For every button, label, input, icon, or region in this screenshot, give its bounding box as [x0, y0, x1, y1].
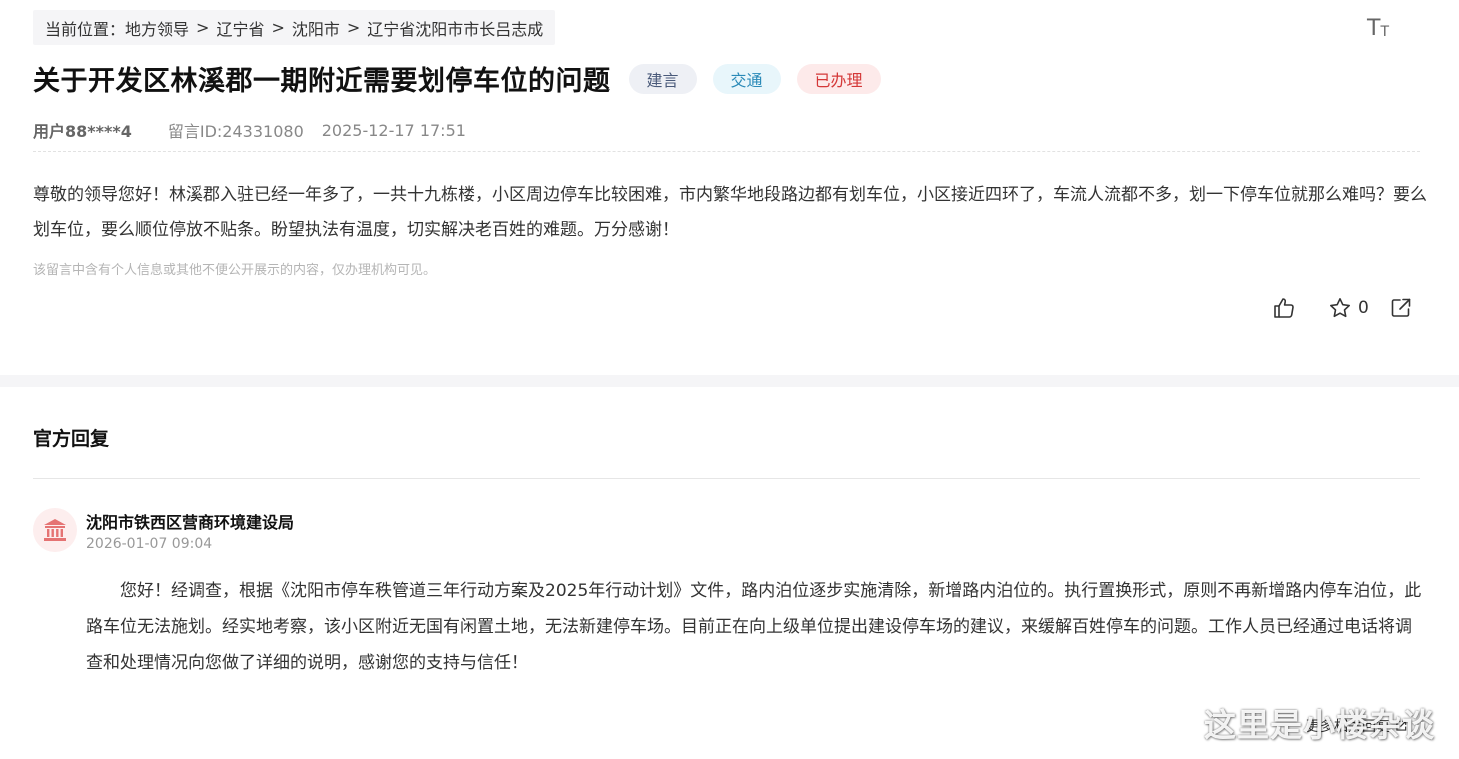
divider	[33, 151, 1420, 152]
reply-org-name: 沈阳市铁西区营商环境建设局	[86, 513, 295, 532]
message-id: 留言ID:24331080	[167, 122, 304, 141]
favorite-count: 0	[1358, 298, 1369, 318]
breadcrumb-separator: >	[346, 18, 361, 37]
favorite-button[interactable]: 0	[1328, 296, 1369, 320]
message-title: 关于开发区林溪郡一期附近需要划停车位的问题	[33, 66, 611, 97]
watermark: 这里是小楼杂谈	[1204, 706, 1436, 744]
breadcrumb-prefix: 当前位置：	[45, 19, 126, 39]
tag-suggestion[interactable]: 建言	[628, 63, 697, 94]
breadcrumb-item-province[interactable]: 辽宁省	[216, 16, 264, 40]
message-datetime: 2025-12-17 17:51	[321, 120, 466, 140]
title-row: 关于开发区林溪郡一期附近需要划停车位的问题 建言 交通 已办理	[33, 59, 881, 98]
section-gap	[0, 375, 1459, 387]
message-actions: 0	[1272, 296, 1413, 320]
government-building-icon	[44, 519, 66, 541]
tag-traffic[interactable]: 交通	[712, 63, 781, 94]
official-reply-heading: 官方回复	[33, 428, 110, 450]
font-size-big-t: T	[1366, 16, 1381, 41]
share-icon	[1391, 298, 1411, 317]
breadcrumb-item-mayor[interactable]: 辽宁省沈阳市市长吕志成	[367, 16, 543, 40]
message-content: 尊敬的领导您好！林溪郡入驻已经一年多了，一共十九栋楼，小区周边停车比较困难，市内…	[33, 185, 1427, 240]
breadcrumb-separator: >	[271, 18, 285, 37]
avatar	[33, 508, 77, 552]
breadcrumb-item-local-leaders[interactable]: 地方领导	[125, 16, 189, 40]
tag-status-handled: 已办理	[796, 63, 881, 94]
reply-datetime: 2026-01-07 09:04	[86, 536, 213, 552]
privacy-note: 该留言中含有个人信息或其他不便公开展示的内容，仅办理机构可见。	[33, 263, 437, 278]
share-button[interactable]	[1389, 296, 1413, 320]
font-size-icon[interactable]: TT	[1366, 16, 1390, 41]
page: 当前位置： 地方领导 > 辽宁省 > 沈阳市 > 辽宁省沈阳市市长吕志成 TT …	[0, 0, 1459, 759]
breadcrumb-separator: >	[196, 18, 210, 37]
message-user: 用户88****4	[33, 122, 132, 141]
message-meta: 用户88****4 留言ID:24331080 2025-12-17 17:51	[33, 118, 466, 142]
star-icon	[1330, 298, 1350, 318]
reply-content: 您好！经调查，根据《沈阳市停车秩管道三年行动方案及2025年行动计划》文件，路内…	[86, 581, 1422, 673]
font-size-small-t: T	[1380, 24, 1389, 40]
breadcrumb: 当前位置： 地方领导 > 辽宁省 > 沈阳市 > 辽宁省沈阳市市长吕志成	[33, 10, 556, 45]
divider	[33, 478, 1420, 479]
thumbs-up-icon	[1274, 298, 1294, 318]
like-button[interactable]	[1272, 296, 1296, 320]
breadcrumb-item-city[interactable]: 沈阳市	[292, 16, 340, 40]
